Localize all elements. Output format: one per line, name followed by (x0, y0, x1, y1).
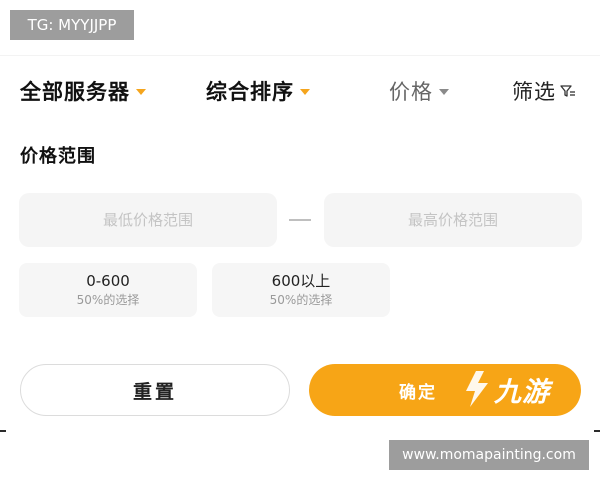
min-price-input[interactable] (19, 193, 277, 247)
price-range-title: 价格范围 (20, 146, 96, 167)
watermark-bottom-label: www.momapainting.com (389, 440, 589, 470)
lightning-logo-icon (466, 371, 488, 407)
filter-price[interactable]: 价格 (389, 68, 449, 114)
filter-panel-page: TG: MYYJJPP 全部服务器 综合排序 价格 筛选 价格范围 0-600 (0, 0, 600, 480)
price-option-600-plus[interactable]: 600以上 50%的选择 (212, 263, 390, 317)
chevron-down-icon (439, 89, 449, 95)
filter-sort[interactable]: 综合排序 (206, 68, 310, 114)
chevron-down-icon (300, 89, 310, 95)
filter-sort-label: 综合排序 (206, 80, 294, 104)
jiuyou-logo: 九游 (462, 366, 550, 412)
filter-screen-label: 筛选 (512, 80, 556, 104)
top-divider (0, 55, 600, 56)
logo-text: 九游 (494, 376, 550, 408)
edge-line-right (594, 430, 600, 432)
filter-all-servers-label: 全部服务器 (20, 80, 130, 104)
price-option-range: 600以上 (271, 272, 331, 290)
price-option-0-600[interactable]: 0-600 50%的选择 (19, 263, 197, 317)
max-price-input[interactable] (324, 193, 582, 247)
filter-all-servers[interactable]: 全部服务器 (20, 68, 146, 114)
price-option-range: 0-600 (86, 272, 130, 290)
filter-screen[interactable]: 筛选 (512, 68, 576, 114)
filter-price-label: 价格 (389, 80, 433, 104)
range-dash (289, 219, 311, 221)
reset-button[interactable]: 重置 (20, 364, 290, 416)
price-option-note: 50%的选择 (76, 293, 140, 307)
watermark-top-label: TG: MYYJJPP (10, 10, 134, 40)
price-option-note: 50%的选择 (269, 293, 333, 307)
funnel-icon (560, 85, 575, 97)
filter-bar: 全部服务器 综合排序 价格 筛选 (0, 68, 600, 114)
chevron-down-icon (136, 89, 146, 95)
edge-line-left (0, 430, 6, 432)
